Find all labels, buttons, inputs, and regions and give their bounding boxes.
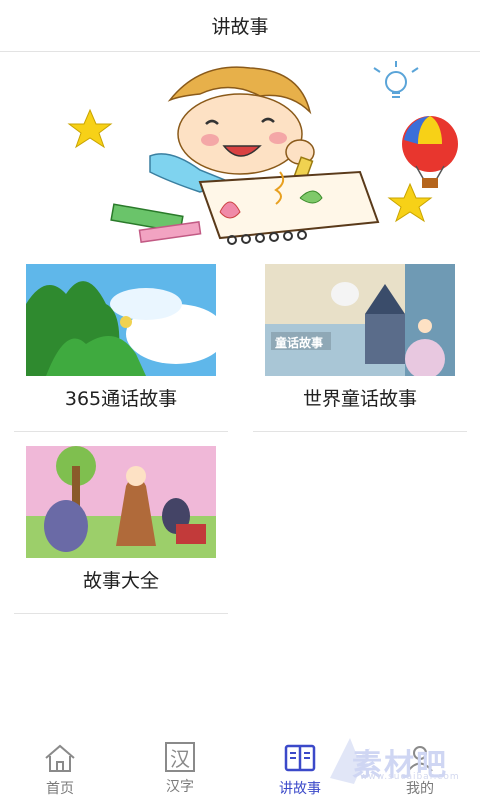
story-card-365[interactable]: 365通话故事 [14, 254, 228, 432]
story-thumbnail [26, 446, 216, 558]
story-card-world-fairy-tales[interactable]: 童话故事 世界童话故事 [253, 254, 467, 432]
divider [253, 431, 467, 432]
tab-hanzi[interactable]: 汉 汉字 [120, 732, 240, 800]
boy-drawing-illustration [67, 61, 458, 245]
tab-label: 讲故事 [279, 781, 321, 797]
home-icon [45, 744, 75, 772]
story-thumbnail: 童话故事 [265, 264, 455, 376]
hanzi-glyph: 汉 [170, 746, 190, 771]
story-title: 故事大全 [82, 570, 159, 592]
divider [14, 431, 228, 432]
top-bar: 讲故事 [0, 0, 480, 52]
watermark-url: www.sucaibar.com [360, 772, 460, 782]
tab-home[interactable]: 首页 [0, 732, 120, 800]
tab-label: 首页 [46, 781, 74, 797]
story-card-collection[interactable]: 故事大全 [14, 436, 228, 614]
hanzi-icon: 汉 [165, 742, 195, 772]
story-thumbnail [26, 264, 216, 376]
divider [14, 613, 228, 614]
banner-illustration [0, 52, 480, 252]
page-title: 讲故事 [211, 16, 269, 38]
story-title: 世界童话故事 [302, 388, 417, 410]
book-icon [284, 744, 316, 772]
story-title: 365通话故事 [64, 388, 178, 410]
tab-label: 汉字 [166, 779, 194, 795]
thumbnail-caption: 童话故事 [275, 336, 324, 350]
